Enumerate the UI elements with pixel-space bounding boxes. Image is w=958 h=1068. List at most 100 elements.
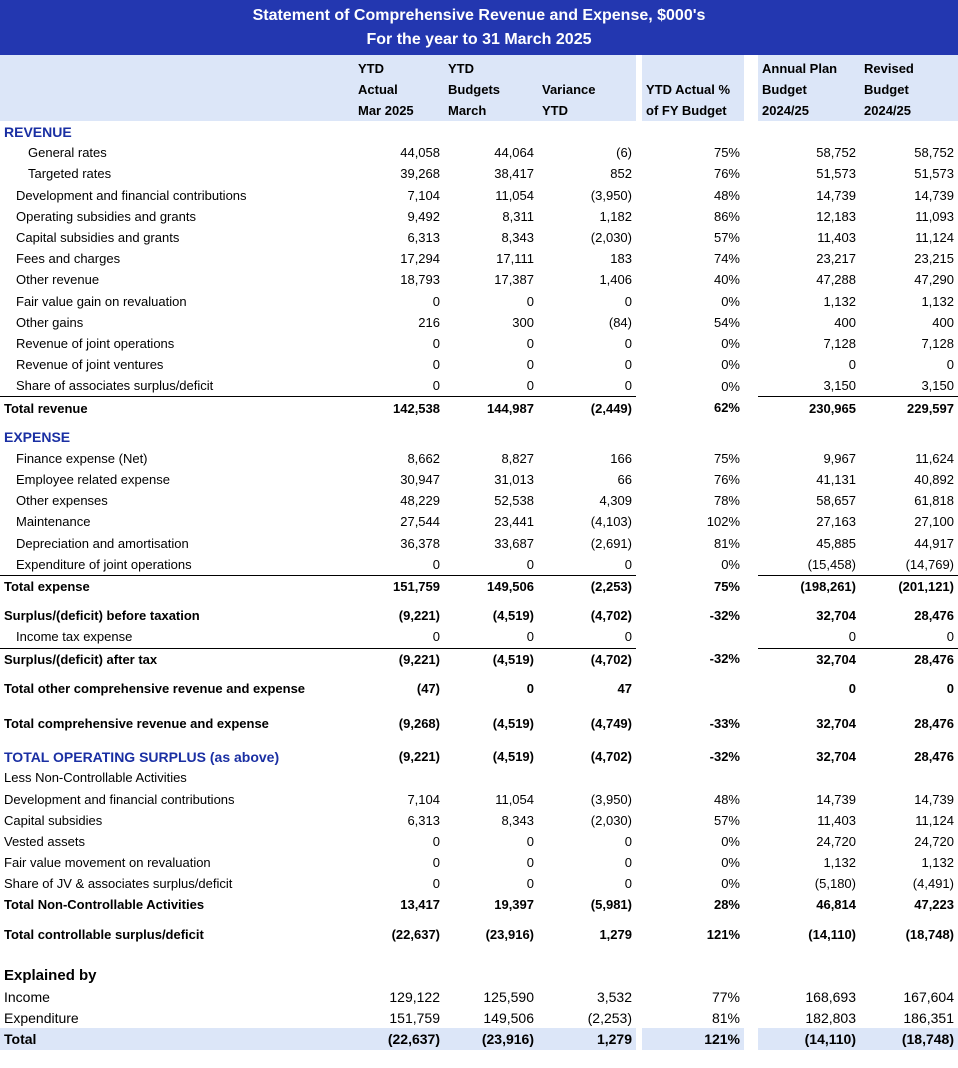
cell-actual: 44,058 xyxy=(400,145,440,161)
cell-pct: 76% xyxy=(713,472,740,488)
row-label: Targeted rates xyxy=(28,166,112,182)
cell-plan: 11,403 xyxy=(817,812,856,828)
cell-budget: 8,343 xyxy=(501,812,534,828)
cell-pct: 0% xyxy=(721,557,740,573)
cell-actual: 13,417 xyxy=(400,897,440,913)
cell-actual: 0 xyxy=(432,293,440,309)
title-line-2: For the year to 31 March 2025 xyxy=(366,31,592,48)
table-row: Development and financial contributions 7… xyxy=(0,788,958,810)
table-row: Other gains 216 300 (84) 54% 400 400 xyxy=(0,311,958,333)
cell-actual: 27,544 xyxy=(400,514,440,530)
cell-revised: 44,917 xyxy=(914,535,954,551)
total-comprehensive-row: Total comprehensive revenue and expense (… xyxy=(0,712,958,735)
cell-budget: 33,687 xyxy=(494,535,534,551)
row-label: Total revenue xyxy=(4,400,88,416)
row-label: Total xyxy=(0,1028,354,1050)
row-label: Total controllable surplus/deficit xyxy=(4,926,204,942)
cell-revised: 11,124 xyxy=(915,230,954,246)
cell-actual: 48,229 xyxy=(400,493,440,509)
cell-pct: 62% xyxy=(713,400,740,416)
cell-budget: 0 xyxy=(526,293,534,309)
cell-plan: 0 xyxy=(758,626,860,649)
table-row: Targeted rates 39,268 38,417 852 76% 51,573 51… xyxy=(0,163,958,185)
table-row: Fees and charges 17,294 17,111 183 74% 23,217… xyxy=(0,248,958,270)
cell-revised: 28,476 xyxy=(914,749,954,765)
cell-plan: 51,573 xyxy=(816,166,856,182)
cell-actual: 18,793 xyxy=(400,272,440,288)
cell-variance: 183 xyxy=(610,251,632,267)
cell-plan: (5,180) xyxy=(814,876,856,892)
cell-budget: 0 xyxy=(444,626,538,649)
cell-variance: (4,749) xyxy=(590,715,632,731)
cell-pct: 78% xyxy=(713,493,740,509)
cell-actual: 7,104 xyxy=(407,187,440,203)
cell-pct: 76% xyxy=(713,166,740,182)
table-row: Capital subsidies and grants 6,313 8,343 (2… xyxy=(0,226,958,249)
cell-revised: 1,132 xyxy=(921,855,954,871)
cell-actual: (22,637) xyxy=(354,1028,444,1050)
cell-pct: 81% xyxy=(711,1009,740,1026)
cell-revised: 167,604 xyxy=(903,988,954,1005)
cell-actual: 7,104 xyxy=(407,791,440,807)
cell-plan: 58,752 xyxy=(816,145,856,161)
total-non-controllable-row: Total Non-Controllable Activities 13,417 1… xyxy=(0,894,958,916)
cell-revised: 400 xyxy=(932,314,954,330)
cell-actual: (9,221) xyxy=(398,651,440,667)
cell-variance: 4,309 xyxy=(599,493,632,509)
row-label: Expenditure of joint operations xyxy=(0,553,354,576)
cell-plan: 11,403 xyxy=(817,230,856,246)
cell-budget: 11,054 xyxy=(495,791,534,807)
cell-revised: 40,892 xyxy=(914,472,954,488)
cell-actual: 0 xyxy=(354,626,444,649)
row-label: Development and financial contributions xyxy=(16,187,247,203)
cell-variance: (2,691) xyxy=(590,535,632,551)
cell-variance: 66 xyxy=(617,472,632,488)
cell-actual: 0 xyxy=(354,375,444,398)
section-heading-explained: Explained by xyxy=(4,966,97,984)
cell-actual: 30,947 xyxy=(400,472,440,488)
statement-table: YTD Actual Mar 2025 YTD Budgets March Va… xyxy=(0,55,958,1050)
table-row: Employee related expense 30,947 31,013 66 76… xyxy=(0,469,958,491)
cell-budget: 0 xyxy=(526,357,534,373)
cell-budget: 0 xyxy=(526,876,534,892)
table-row: General rates 44,058 44,064 (6) 75% 58,752 58,… xyxy=(0,142,958,164)
cell-budget: 0 xyxy=(526,335,534,351)
cell-plan: 1,132 xyxy=(823,855,856,871)
row-label: Revenue of joint operations xyxy=(16,335,175,351)
cell-revised: (201,121) xyxy=(898,579,954,595)
cell-budget: (4,519) xyxy=(492,651,534,667)
cell-budget: 19,397 xyxy=(494,897,534,913)
row-label: Other gains xyxy=(16,314,84,330)
cell-plan: 32,704 xyxy=(816,715,856,731)
cell-budget: 17,387 xyxy=(494,272,534,288)
header-ytd-actual: YTD Actual Mar 2025 xyxy=(354,55,444,121)
cell-plan: 32,704 xyxy=(816,608,856,624)
row-label: Total expense xyxy=(4,579,90,595)
table-row: Finance expense (Net) 8,662 8,827 166 75% 9,9… xyxy=(0,447,958,469)
table-row: Revenue of joint operations 0 0 0 0% 7,128 7,1… xyxy=(0,332,958,355)
cell-revised: 229,597 xyxy=(907,400,954,416)
cell-revised: 11,093 xyxy=(915,208,954,224)
cell-budget: 0 xyxy=(526,855,534,871)
cell-actual: (9,221) xyxy=(398,749,440,765)
cell-pct: -33% xyxy=(709,715,740,731)
section-heading-non-controllable: Less Non-Controllable Activities xyxy=(4,770,187,786)
cell-plan: 32,704 xyxy=(816,651,856,667)
cell-plan: 7,128 xyxy=(823,335,856,351)
row-label: Other expenses xyxy=(16,493,108,509)
row-label: Revenue of joint ventures xyxy=(16,357,164,373)
cell-actual: 9,492 xyxy=(407,208,440,224)
cell-budget: 125,590 xyxy=(483,988,534,1005)
row-label: Capital subsidies xyxy=(4,812,103,828)
cell-variance: 0 xyxy=(624,335,632,351)
cell-pct: 54% xyxy=(713,314,740,330)
table-row: Development and financial contributions 7… xyxy=(0,184,958,206)
cell-revised: 58,752 xyxy=(914,145,954,161)
table-row: Vested assets 0 0 0 0% 24,720 24,720 xyxy=(0,830,958,852)
cell-pct: 28% xyxy=(713,897,740,913)
cell-budget: 0 xyxy=(444,553,538,576)
table-row: Income tax expense 0 0 0 0 0 xyxy=(0,626,958,649)
cell-variance: (2,030) xyxy=(590,230,632,246)
other-comprehensive-row: Total other comprehensive revenue and ex… xyxy=(0,677,958,699)
cell-plan: 168,693 xyxy=(805,988,856,1005)
